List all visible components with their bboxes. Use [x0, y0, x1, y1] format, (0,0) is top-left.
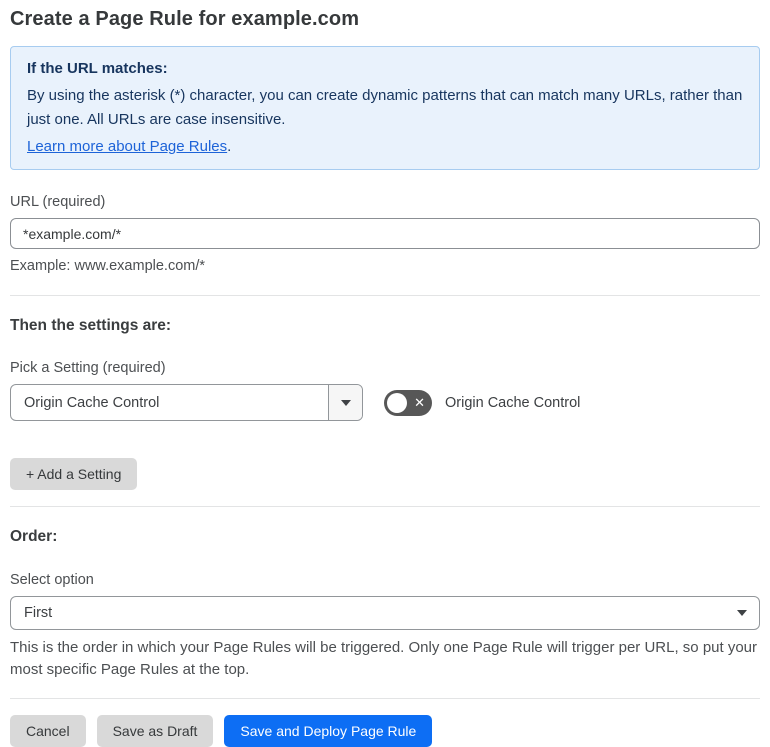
- origin-cache-control-toggle[interactable]: ✕: [384, 389, 432, 416]
- info-callout-heading: If the URL matches:: [27, 60, 168, 77]
- setting-row: Origin Cache Control ✕ Origin Cache Cont…: [10, 384, 760, 421]
- save-as-draft-button[interactable]: Save as Draft: [96, 715, 214, 747]
- toggle-knob: [387, 392, 407, 413]
- divider: [10, 295, 760, 296]
- setting-select[interactable]: Origin Cache Control: [10, 384, 363, 421]
- info-callout-link-line: Learn more about Page Rules.: [27, 138, 743, 155]
- settings-section-heading: Then the settings are:: [10, 317, 172, 334]
- info-callout-body: By using the asterisk (*) character, you…: [27, 87, 743, 128]
- order-section-heading: Order:: [10, 528, 58, 545]
- url-match-info-callout: If the URL matches: By using the asteris…: [10, 46, 760, 170]
- add-setting-button[interactable]: + Add a Setting: [10, 458, 138, 490]
- setting-select-arrow-cell[interactable]: [328, 385, 362, 420]
- setting-select-value: Origin Cache Control: [24, 394, 160, 411]
- divider: [10, 506, 760, 507]
- learn-more-link[interactable]: Learn more about Page Rules: [27, 138, 227, 155]
- toggle-off-x-icon: ✕: [414, 394, 425, 410]
- url-input[interactable]: [10, 218, 760, 249]
- order-select-arrow-cell: [725, 597, 759, 629]
- form-actions: Cancel Save as Draft Save and Deploy Pag…: [10, 715, 760, 747]
- divider: [10, 698, 760, 699]
- order-select-label: Select option: [10, 572, 94, 588]
- chevron-down-icon: [340, 399, 351, 406]
- toggle-label: Origin Cache Control: [445, 394, 581, 411]
- pick-setting-label: Pick a Setting (required): [10, 360, 166, 376]
- link-period: .: [227, 138, 232, 155]
- save-and-deploy-button[interactable]: Save and Deploy Page Rule: [224, 715, 433, 747]
- url-field-label: URL (required): [10, 194, 106, 210]
- page-title: Create a Page Rule for example.com: [10, 8, 360, 30]
- order-help-text: This is the order in which your Page Rul…: [10, 639, 758, 678]
- page-rule-form: Create a Page Rule for example.com If th…: [0, 0, 770, 747]
- cancel-button[interactable]: Cancel: [10, 715, 86, 747]
- order-select[interactable]: First: [10, 596, 760, 630]
- chevron-down-icon: [737, 610, 747, 616]
- url-example-text: Example: www.example.com/*: [10, 258, 206, 274]
- order-select-value: First: [24, 605, 53, 621]
